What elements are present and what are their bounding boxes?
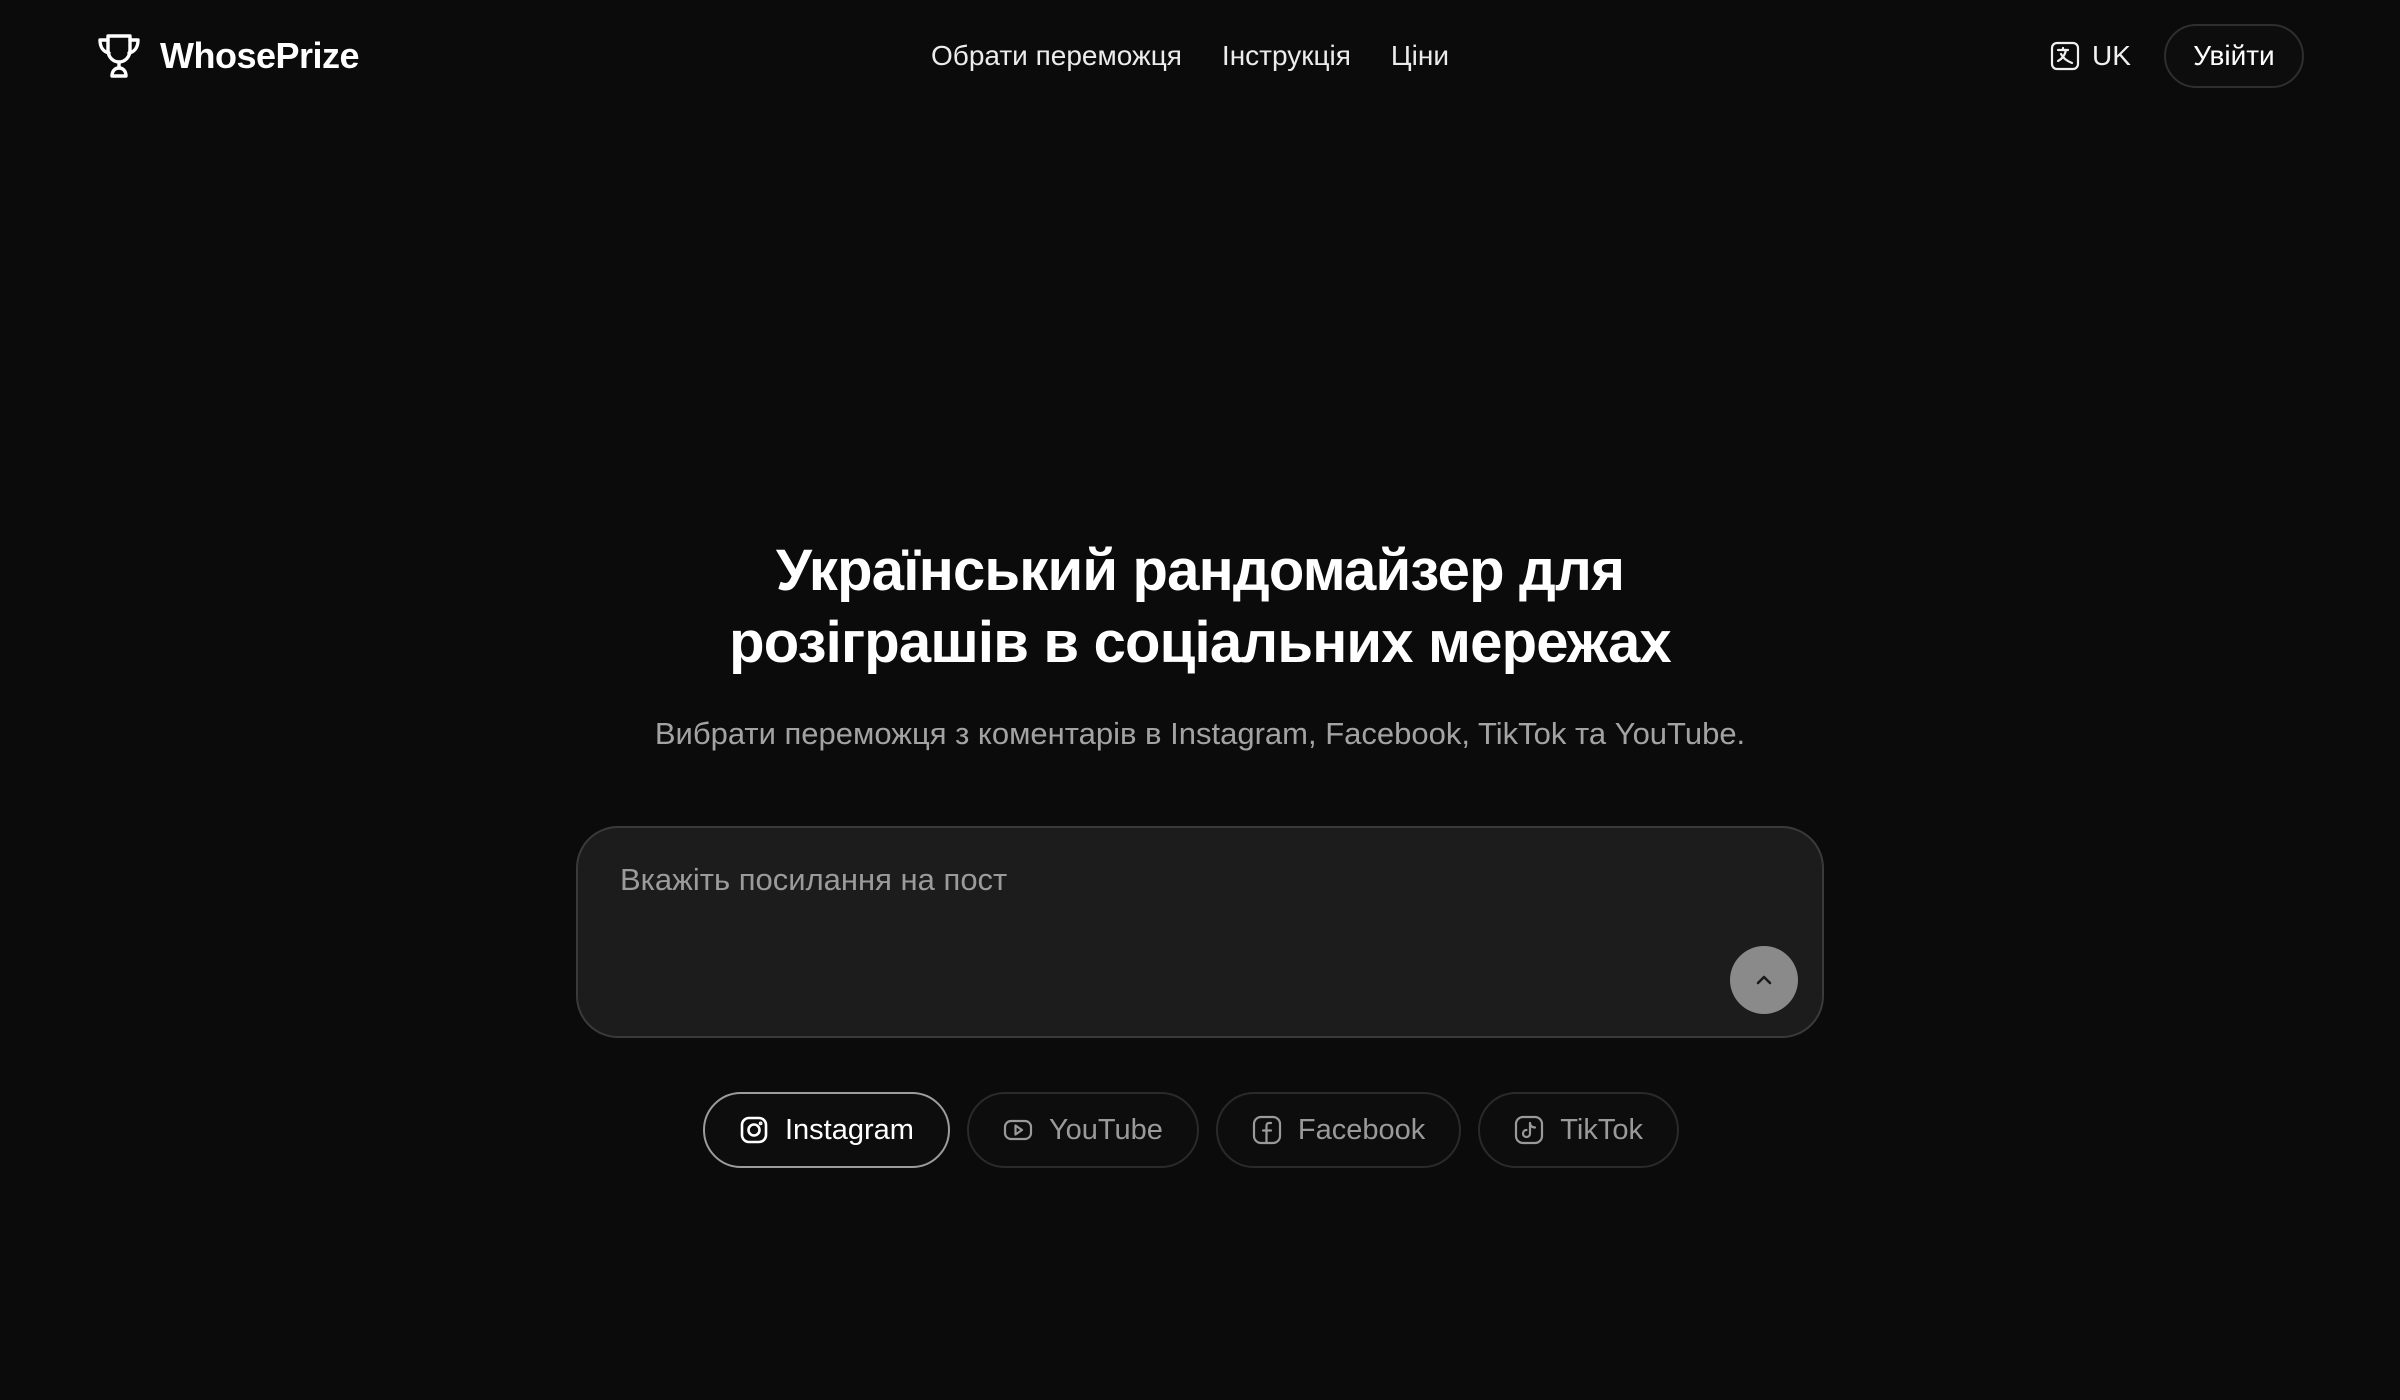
site-header: WhosePrize Обрати переможця Інструкція Ц…: [0, 0, 2400, 112]
platform-chip-label: YouTube: [1048, 1113, 1163, 1146]
brand-name: WhosePrize: [160, 35, 360, 76]
platform-chip-label: TikTok: [1560, 1113, 1643, 1146]
trophy-icon: [96, 32, 142, 80]
brand-logo[interactable]: WhosePrize: [96, 30, 360, 82]
language-switcher[interactable]: UK: [2050, 34, 2131, 78]
nav-pricing[interactable]: Ціни: [1391, 40, 1449, 72]
submit-button[interactable]: [1730, 946, 1798, 1014]
platform-selector: Instagram YouTube Facebook TikTok: [0, 1092, 2400, 1168]
post-link-input[interactable]: [618, 860, 1718, 980]
language-label: UK: [2092, 40, 2131, 71]
page-title-line-1: Український рандомайзер для: [775, 538, 1625, 603]
page-title: Український рандомайзер для розіграшів в…: [0, 535, 2400, 679]
platform-chip-youtube[interactable]: YouTube: [966, 1092, 1199, 1168]
platform-chip-tiktok[interactable]: TikTok: [1478, 1092, 1679, 1168]
platform-chip-label: Instagram: [785, 1113, 914, 1146]
platform-chip-facebook[interactable]: Facebook: [1215, 1092, 1462, 1168]
post-link-card: [576, 826, 1824, 1038]
instagram-icon: [740, 1116, 768, 1144]
nav-instructions[interactable]: Інструкція: [1222, 40, 1351, 72]
platform-chip-label: Facebook: [1297, 1113, 1426, 1146]
chevron-up-icon: [1756, 975, 1772, 985]
platform-chip-instagram[interactable]: Instagram: [703, 1092, 950, 1168]
nav-pick-winner[interactable]: Обрати переможця: [931, 40, 1182, 72]
youtube-icon: [1003, 1119, 1033, 1141]
login-button[interactable]: Увійти: [2164, 24, 2304, 88]
tiktok-icon: [1515, 1115, 1544, 1145]
facebook-icon: [1252, 1115, 1282, 1145]
main-nav: Обрати переможця Інструкція Ціни: [0, 30, 2400, 82]
translate-icon: [2050, 41, 2080, 71]
page-subtitle: Вибрати переможця з коментарів в Instagr…: [654, 716, 1746, 751]
page-title-line-2: розіграшів в соціальних мережах: [729, 610, 1672, 675]
